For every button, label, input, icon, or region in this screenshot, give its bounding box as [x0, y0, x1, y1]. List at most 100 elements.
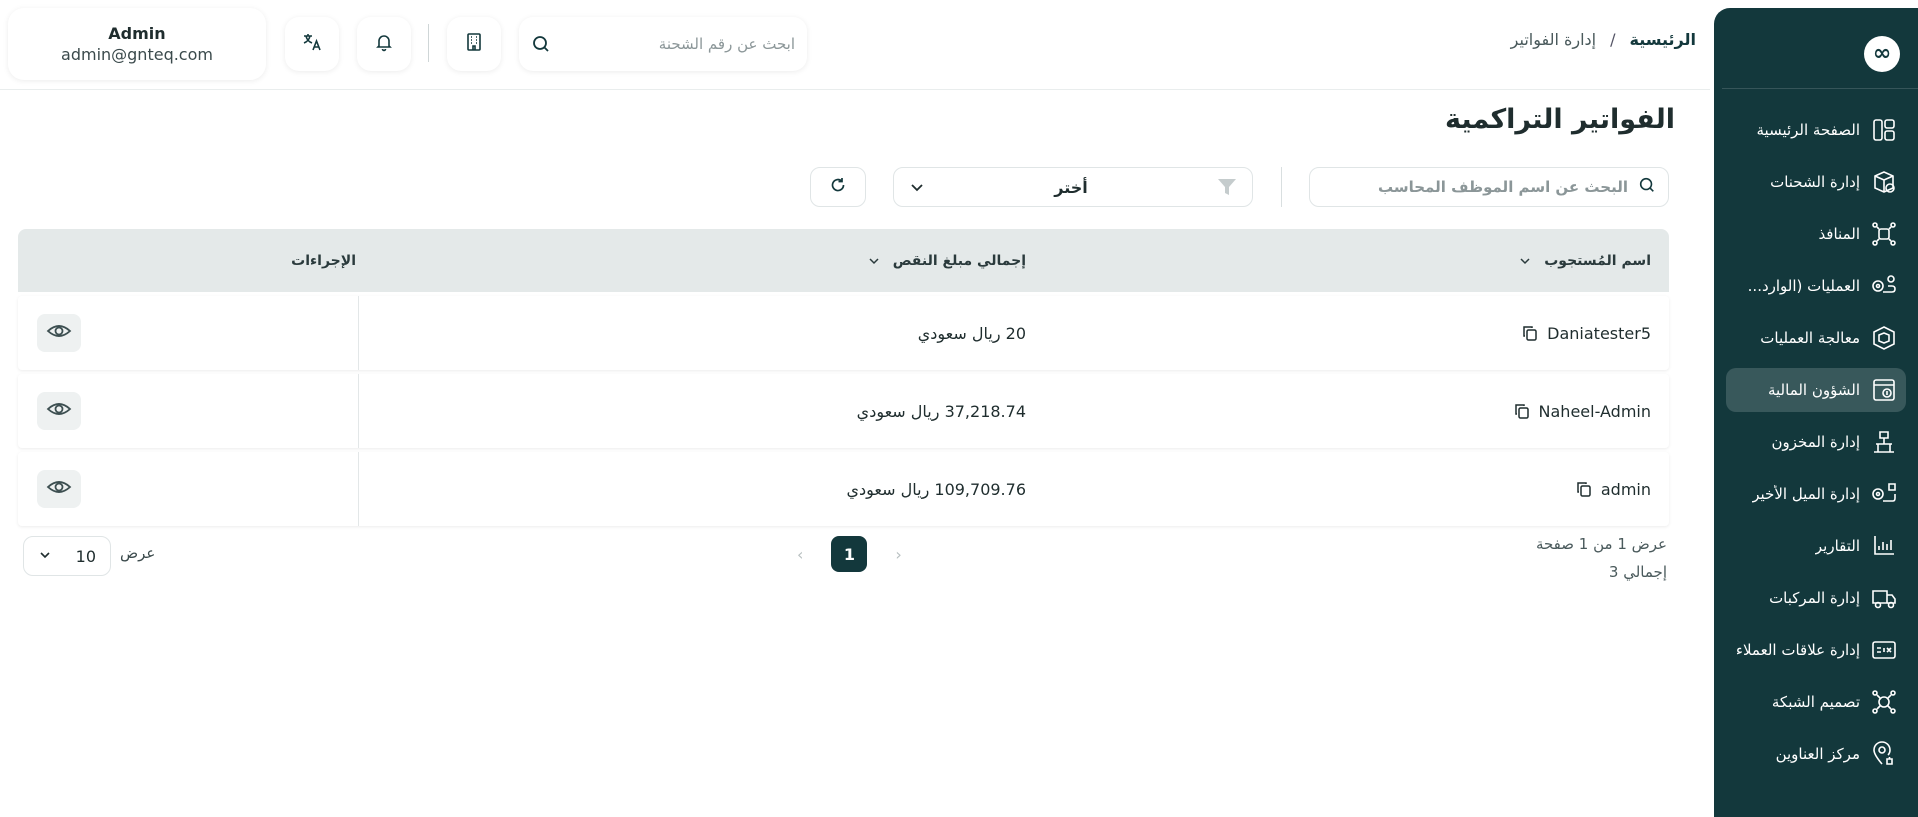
table-row: Daniatester5 20 ريال سعودي	[18, 296, 1669, 370]
language-button[interactable]	[285, 17, 339, 71]
copy-icon[interactable]	[1575, 480, 1593, 498]
filter-divider	[1281, 167, 1282, 207]
sidebar-item-last-mile[interactable]: إدارة الميل الأخير	[1726, 472, 1906, 516]
sidebar-item-inventory[interactable]: إدارة المخزون	[1726, 420, 1906, 464]
reports-icon	[1870, 532, 1898, 560]
user-profile[interactable]: Admin admin@gnteq.com	[8, 8, 266, 80]
sidebar-nav: الصفحة الرئيسية إدارة الشحنات المنافذ ال…	[1714, 108, 1918, 784]
sidebar-item-label: الشؤون المالية	[1767, 381, 1860, 399]
box-icon	[1870, 324, 1898, 352]
sidebar-item-label: العمليات (الوارد...	[1747, 277, 1860, 295]
shipment-search-placeholder: ابحث عن رقم الشحنة	[658, 35, 795, 53]
pagination: ‹ 1 ›	[797, 536, 902, 572]
truck-icon	[1870, 584, 1898, 612]
sidebar-item-label: إدارة المركبات	[1769, 589, 1860, 607]
breadcrumb-current: إدارة الفواتير	[1510, 30, 1597, 49]
sidebar-divider	[1722, 88, 1918, 89]
next-page-icon[interactable]: ‹	[895, 545, 901, 564]
prev-page-icon[interactable]: ›	[797, 545, 803, 564]
row-name-cell: admin	[1575, 452, 1651, 526]
breadcrumb: الرئيسية / إدارة الفواتير	[1511, 30, 1696, 49]
finance-icon	[1870, 376, 1898, 404]
sidebar-item-label: إدارة المخزون	[1771, 433, 1860, 451]
column-header-name[interactable]: اسم المُستجوب	[1518, 229, 1651, 292]
invoices-table: اسم المُستجوب إجمالي مبلغ النقص الإجراءا…	[18, 229, 1669, 526]
sidebar-item-label: إدارة علاقات العملاء	[1735, 641, 1860, 659]
breadcrumb-home[interactable]: الرئيسية	[1630, 30, 1697, 49]
sidebar-item-label: إدارة الشحنات	[1770, 173, 1860, 191]
network-icon	[1870, 220, 1898, 248]
employee-search-input[interactable]: البحث عن اسم الموظف المحاسب	[1309, 167, 1669, 207]
chevron-down-icon	[908, 178, 926, 196]
page-size-label: عرض	[120, 544, 156, 562]
sidebar-item-processing[interactable]: معالجة العمليات	[1726, 316, 1906, 360]
column-header-amount[interactable]: إجمالي مبلغ النقص	[867, 229, 1026, 292]
sidebar-item-shipments[interactable]: إدارة الشحنات	[1726, 160, 1906, 204]
notifications-button[interactable]	[357, 17, 411, 71]
page-title: الفواتير التراكمية	[1444, 104, 1675, 135]
chevron-down-icon	[38, 547, 52, 566]
table-header: اسم المُستجوب إجمالي مبلغ النقص الإجراءا…	[18, 229, 1669, 292]
sidebar-item-network-design[interactable]: تصميم الشبكة	[1726, 680, 1906, 724]
user-email: admin@gnteq.com	[61, 45, 213, 64]
sidebar-item-addresses[interactable]: مركز العناوين	[1726, 732, 1906, 776]
row-name-cell: Naheel-Admin	[1513, 374, 1651, 448]
sidebar-item-label: الصفحة الرئيسية	[1756, 121, 1861, 139]
column-header-label: الإجراءات	[291, 252, 356, 269]
row-name: Daniatester5	[1547, 323, 1651, 343]
building-icon	[464, 32, 484, 56]
page-size-select[interactable]: 10	[23, 536, 111, 576]
column-divider	[358, 374, 359, 448]
sort-icon	[1518, 254, 1532, 268]
refresh-button[interactable]	[810, 167, 866, 207]
sidebar-item-operations[interactable]: العمليات (الوارد...	[1726, 264, 1906, 308]
sidebar-item-label: المنافذ	[1818, 225, 1860, 243]
copy-icon[interactable]	[1521, 324, 1539, 342]
column-header-label: إجمالي مبلغ النقص	[892, 252, 1026, 269]
bell-icon	[374, 32, 394, 56]
column-header-label: اسم المُستجوب	[1544, 252, 1651, 269]
sidebar-item-vehicles[interactable]: إدارة المركبات	[1726, 576, 1906, 620]
sidebar-item-finance[interactable]: الشؤون المالية	[1726, 368, 1906, 412]
dashboard-icon	[1870, 116, 1898, 144]
breadcrumb-separator: /	[1610, 30, 1616, 49]
row-amount: 20 ريال سعودي	[917, 323, 1026, 343]
crm-icon	[1870, 636, 1898, 664]
filter-select-value: أختر	[1054, 177, 1088, 197]
search-icon	[531, 34, 551, 54]
table-row: Naheel-Admin 37,218.74 ريال سعودي	[18, 374, 1669, 448]
building-button[interactable]	[447, 17, 501, 71]
employee-search-placeholder: البحث عن اسم الموظف المحاسب	[1377, 178, 1628, 196]
logo-icon[interactable]: ∞	[1864, 36, 1900, 72]
eye-icon	[46, 474, 72, 504]
search-icon	[1638, 176, 1656, 198]
sidebar-item-label: تصميم الشبكة	[1771, 693, 1860, 711]
sidebar-item-ports[interactable]: المنافذ	[1726, 212, 1906, 256]
sidebar-item-reports[interactable]: التقارير	[1726, 524, 1906, 568]
pagination-summary: عرض 1 من 1 صفحة إجمالي 3	[1536, 530, 1667, 586]
eye-icon	[46, 396, 72, 426]
sidebar-item-crm[interactable]: إدارة علاقات العملاء	[1726, 628, 1906, 672]
page-size-value: 10	[75, 546, 96, 566]
view-button[interactable]	[37, 314, 81, 352]
topbar-divider	[428, 24, 429, 62]
refresh-icon	[829, 176, 847, 198]
row-name: admin	[1600, 479, 1651, 499]
column-divider	[358, 296, 359, 370]
filter-icon	[1216, 176, 1238, 198]
filter-select[interactable]: أختر	[893, 167, 1253, 207]
view-button[interactable]	[37, 392, 81, 430]
view-button[interactable]	[37, 470, 81, 508]
copy-icon[interactable]	[1513, 402, 1531, 420]
sidebar: ∞ الصفحة الرئيسية إدارة الشحنات المنافذ …	[1714, 8, 1918, 817]
warehouse-icon	[1870, 428, 1898, 456]
table-row: admin 109,709.76 ريال سعودي	[18, 452, 1669, 526]
row-amount: 109,709.76 ريال سعودي	[846, 479, 1027, 499]
page-info: عرض 1 من 1 صفحة	[1535, 535, 1667, 553]
network-design-icon	[1870, 688, 1898, 716]
topbar-divider-line	[0, 89, 1710, 90]
shipment-search-input[interactable]: ابحث عن رقم الشحنة	[519, 17, 807, 71]
page-button-current[interactable]: 1	[831, 536, 868, 572]
sidebar-item-home[interactable]: الصفحة الرئيسية	[1726, 108, 1906, 152]
sidebar-item-label: معالجة العمليات	[1760, 329, 1860, 347]
